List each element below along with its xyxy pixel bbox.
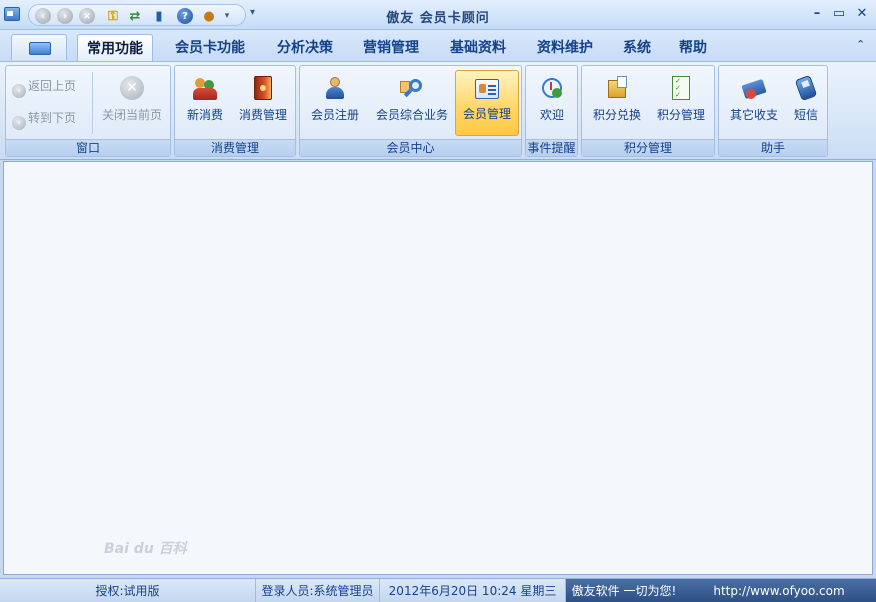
welcome-button[interactable]: 欢迎 [528,70,576,136]
tab-system[interactable]: 系统 [614,34,660,62]
points-exchange-button[interactable]: 积分兑换 [586,70,648,136]
maximize-icon[interactable]: ▭ [830,4,848,24]
id-card-icon [475,79,499,99]
member-register-button[interactable]: 会员注册 [304,70,366,136]
member-business-button[interactable]: 会员综合业务 [370,70,454,136]
gift-box-icon [605,76,629,100]
main-workspace [3,161,873,575]
collapse-ribbon-icon[interactable]: ⌃ [856,38,865,51]
group-label-member-center: 会员中心 [300,139,521,156]
group-consume: 新消费 消费管理 消费管理 [174,65,296,157]
dashboard-icon [540,76,564,100]
watermark: Bai du 百科 [104,541,187,557]
license-status: 授权:试用版 [0,579,256,602]
tab-common[interactable]: 常用功能 [77,34,153,62]
tab-basic-data[interactable]: 基础资料 [440,34,516,62]
group-label-window: 窗口 [6,139,170,156]
group-assistant: 其它收支 短信 助手 [718,65,828,157]
tab-data-maintenance[interactable]: 资料维护 [527,34,603,62]
forward-icon: › [12,116,26,130]
new-consume-button[interactable]: 新消费 [179,70,231,136]
window-title: 傲友 会员卡顾问 [386,11,490,26]
status-bar: 授权:试用版 登录人员:系统管理员 2012年6月20日 10:24 星期三 傲… [0,578,876,602]
tab-analysis[interactable]: 分析决策 [267,34,343,62]
group-label-event-reminder: 事件提醒 [526,139,577,156]
close-icon[interactable]: ✕ [853,4,871,24]
back-page-button[interactable]: ‹ 返回上页 [12,76,76,98]
group-event-reminder: 欢迎 事件提醒 [525,65,578,157]
points-manage-button[interactable]: 积分管理 [650,70,712,136]
search-member-icon [400,76,424,100]
card-icon [29,42,51,55]
ribbon-tab-bar: 常用功能 会员卡功能 分析决策 营销管理 基础资料 资料维护 系统 帮助 ⌃ [0,30,876,62]
app-orb-tab[interactable] [11,34,67,60]
group-label-points: 积分管理 [582,139,714,156]
back-icon: ‹ [12,84,26,98]
tab-member-card[interactable]: 会员卡功能 [165,34,255,62]
consume-manage-button[interactable]: 消费管理 [233,70,293,136]
tab-help[interactable]: 帮助 [670,34,716,62]
other-income-button[interactable]: 其它收支 [723,70,785,136]
minimize-icon[interactable]: – [808,4,826,24]
ledger-book-icon [254,76,272,100]
people-icon [193,76,217,100]
checklist-icon [672,76,690,100]
website-link[interactable]: http://www.ofyoo.com [682,579,876,602]
group-label-assistant: 助手 [719,139,827,156]
member-manage-button[interactable]: 会员管理 [455,70,519,136]
close-circle-icon: ✕ [120,76,144,100]
group-member-center: 会员注册 会员综合业务 会员管理 会员中心 [299,65,522,157]
login-user-status: 登录人员:系统管理员 [256,579,380,602]
group-separator [92,72,93,134]
datetime-status: 2012年6月20日 10:24 星期三 [380,579,566,602]
money-icon [741,76,767,100]
slogan-status: 傲友软件 一切为您! [566,579,682,602]
close-page-button[interactable]: ✕ 关闭当前页 [98,70,166,136]
ribbon: ‹ 返回上页 › 转到下页 ✕ 关闭当前页 窗口 新消费 消费管理 消费管理 会员注… [0,61,876,160]
title-bar: ‹ › × ⚿ ⇄ ▮ ? ● ▾ ▾ 傲友 会员卡顾问 – ▭ ✕ [0,0,876,30]
forward-page-button[interactable]: › 转到下页 [12,108,76,130]
group-points: 积分兑换 积分管理 积分管理 [581,65,715,157]
group-window: ‹ 返回上页 › 转到下页 ✕ 关闭当前页 窗口 [5,65,171,157]
tab-marketing[interactable]: 营销管理 [353,34,429,62]
sms-button[interactable]: 短信 [787,70,825,136]
phone-icon [794,74,818,102]
group-label-consume: 消费管理 [175,139,295,156]
person-icon [323,76,347,100]
